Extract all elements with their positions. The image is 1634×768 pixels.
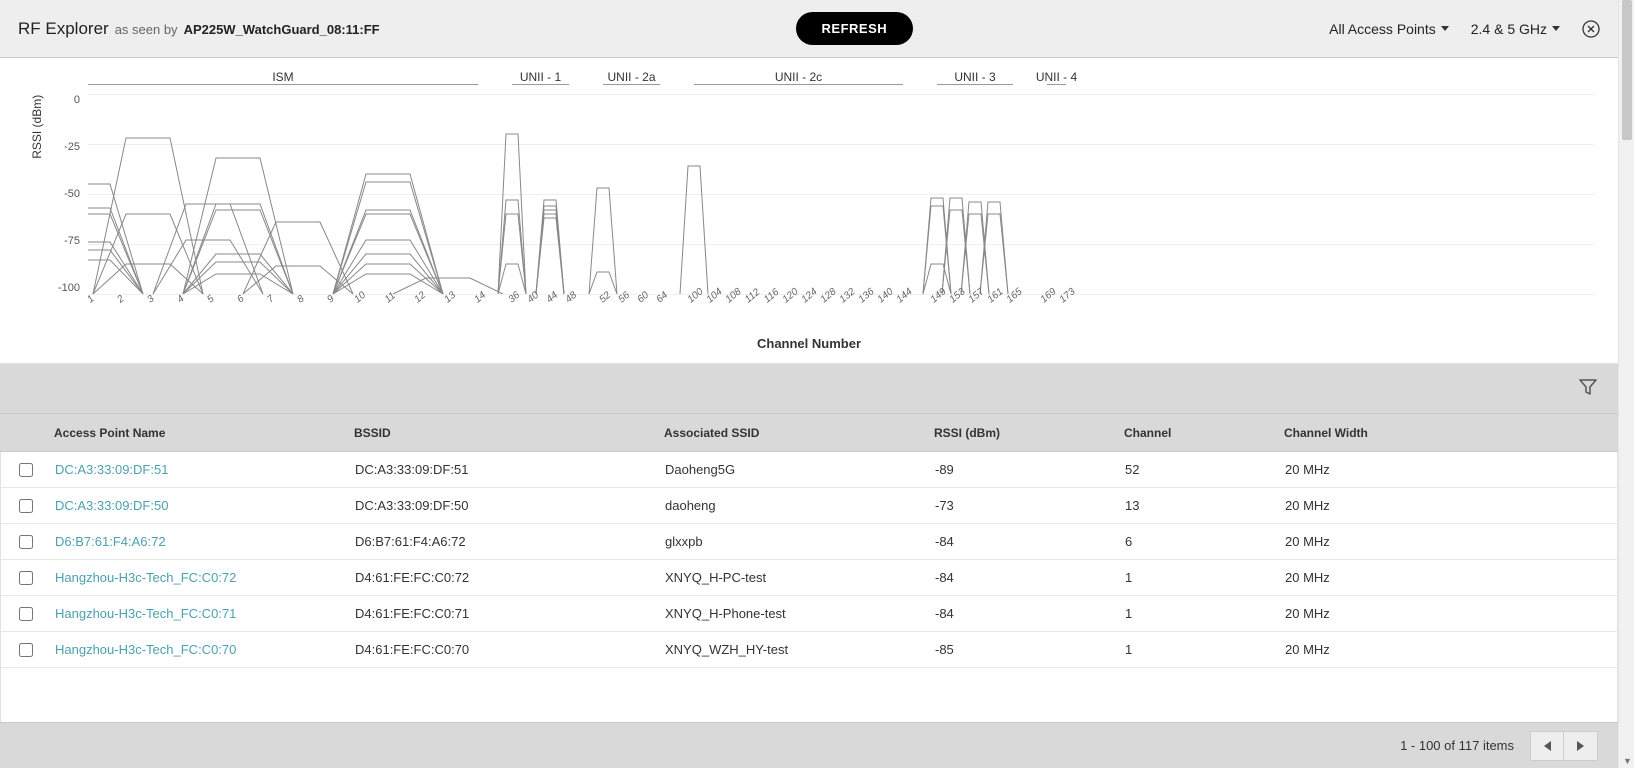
col-ap-name[interactable]: Access Point Name (48, 426, 348, 440)
col-channel[interactable]: Channel (1118, 426, 1278, 440)
row-checkbox[interactable] (19, 535, 33, 549)
triangle-right-icon (1577, 741, 1584, 751)
band-label: UNII - 1 (520, 70, 561, 84)
cell-ssid: XNYQ_H-Phone-test (659, 606, 929, 621)
row-checkbox[interactable] (19, 607, 33, 621)
cell-bssid: D4:61:FE:FC:C0:71 (349, 606, 659, 621)
cell-ssid: XNYQ_WZH_HY-test (659, 642, 929, 657)
refresh-button[interactable]: REFRESH (796, 12, 914, 45)
band-label: UNII - 2c (775, 70, 822, 84)
cell-bssid: DC:A3:33:09:DF:51 (349, 462, 659, 477)
row-checkbox[interactable] (19, 499, 33, 513)
cell-channel: 52 (1119, 462, 1279, 477)
x-tick: 4 (175, 293, 186, 305)
band-dropdown[interactable]: 2.4 & 5 GHz (1471, 21, 1560, 37)
next-page-button[interactable] (1564, 731, 1598, 761)
cell-ssid: glxxpb (659, 534, 929, 549)
row-checkbox[interactable] (19, 463, 33, 477)
y-axis: 0-25-50-75-100 (24, 94, 88, 294)
ap-name-link[interactable]: DC:A3:33:09:DF:51 (55, 462, 168, 477)
x-tick: 5 (205, 293, 216, 305)
cell-channel-width: 20 MHz (1279, 462, 1617, 477)
table-row[interactable]: Hangzhou-H3c-Tech_FC:C0:71 D4:61:FE:FC:C0… (1, 596, 1617, 632)
prev-page-button[interactable] (1530, 731, 1564, 761)
header-bar: RF Explorer as seen by AP225W_WatchGuard… (0, 0, 1618, 58)
ap-name-link[interactable]: Hangzhou-H3c-Tech_FC:C0:71 (55, 606, 236, 621)
close-icon[interactable] (1582, 20, 1600, 38)
cell-bssid: D4:61:FE:FC:C0:72 (349, 570, 659, 585)
cell-channel-width: 20 MHz (1279, 534, 1617, 549)
ap-name-link[interactable]: Hangzhou-H3c-Tech_FC:C0:72 (55, 570, 236, 585)
ap-name-link[interactable]: DC:A3:33:09:DF:50 (55, 498, 168, 513)
access-points-dropdown-label: All Access Points (1329, 21, 1436, 37)
x-tick: 2 (115, 293, 126, 305)
vertical-scrollbar[interactable]: ▲ ▼ (1618, 0, 1634, 768)
title-ap-name: AP225W_WatchGuard_08:11:FF (184, 22, 380, 37)
col-rssi[interactable]: RSSI (dBm) (928, 426, 1118, 440)
cell-bssid: D4:61:FE:FC:C0:70 (349, 642, 659, 657)
access-points-dropdown[interactable]: All Access Points (1329, 21, 1449, 37)
scroll-down-icon: ▼ (1623, 756, 1632, 766)
cell-rssi: -89 (929, 462, 1119, 477)
x-tick: 9 (325, 293, 336, 305)
col-bssid[interactable]: BSSID (348, 426, 658, 440)
cell-bssid: DC:A3:33:09:DF:50 (349, 498, 659, 513)
x-axis-label: Channel Number (24, 336, 1594, 351)
cell-rssi: -84 (929, 606, 1119, 621)
cell-channel: 6 (1119, 534, 1279, 549)
x-tick: 7 (265, 293, 276, 305)
cell-ssid: XNYQ_H-PC-test (659, 570, 929, 585)
title-text: RF Explorer (18, 19, 109, 39)
cell-channel-width: 20 MHz (1279, 642, 1617, 657)
access-points-table: Access Point Name BSSID Associated SSID … (0, 364, 1618, 768)
cell-channel-width: 20 MHz (1279, 570, 1617, 585)
band-label: UNII - 2a (607, 70, 655, 84)
band-label: ISM (272, 70, 293, 84)
x-tick: 8 (295, 293, 306, 305)
chart-plot-area[interactable] (88, 94, 1594, 294)
cell-channel: 1 (1119, 606, 1279, 621)
cell-rssi: -85 (929, 642, 1119, 657)
cell-ssid: daoheng (659, 498, 929, 513)
title-subtext: as seen by (115, 22, 178, 37)
ap-name-link[interactable]: D6:B7:61:F4:A6:72 (55, 534, 166, 549)
table-header-row: Access Point Name BSSID Associated SSID … (0, 414, 1618, 452)
x-tick: 1 (85, 293, 96, 305)
table-row[interactable]: DC:A3:33:09:DF:50DC:A3:33:09:DF:50daohen… (1, 488, 1617, 524)
band-label: UNII - 4 (1036, 70, 1077, 84)
row-checkbox[interactable] (19, 571, 33, 585)
col-ssid[interactable]: Associated SSID (658, 426, 928, 440)
table-row[interactable]: Hangzhou-H3c-Tech_FC:C0:70 D4:61:FE:FC:C0… (1, 632, 1617, 668)
table-row[interactable]: DC:A3:33:09:DF:51DC:A3:33:09:DF:51Daohen… (1, 452, 1617, 488)
cell-channel: 1 (1119, 570, 1279, 585)
col-channel-width[interactable]: Channel Width (1278, 426, 1618, 440)
triangle-left-icon (1544, 741, 1551, 751)
cell-rssi: -73 (929, 498, 1119, 513)
filter-icon[interactable] (1578, 377, 1598, 400)
cell-channel: 13 (1119, 498, 1279, 513)
chevron-down-icon (1441, 26, 1449, 31)
page-title: RF Explorer as seen by AP225W_WatchGuard… (18, 19, 380, 39)
cell-channel-width: 20 MHz (1279, 498, 1617, 513)
cell-channel-width: 20 MHz (1279, 606, 1617, 621)
x-tick: 3 (145, 293, 156, 305)
chevron-down-icon (1552, 26, 1560, 31)
table-row[interactable]: Hangzhou-H3c-Tech_FC:C0:72 D4:61:FE:FC:C0… (1, 560, 1617, 596)
x-tick: 6 (235, 293, 246, 305)
ap-name-link[interactable]: Hangzhou-H3c-Tech_FC:C0:70 (55, 642, 236, 657)
cell-bssid: D6:B7:61:F4:A6:72 (349, 534, 659, 549)
cell-rssi: -84 (929, 534, 1119, 549)
scrollbar-thumb[interactable] (1622, 0, 1632, 140)
table-row[interactable]: D6:B7:61:F4:A6:72D6:B7:61:F4:A6:72glxxpb… (1, 524, 1617, 560)
band-dropdown-label: 2.4 & 5 GHz (1471, 21, 1547, 37)
row-checkbox[interactable] (19, 643, 33, 657)
cell-channel: 1 (1119, 642, 1279, 657)
pagination-info: 1 - 100 of 117 items (1400, 738, 1514, 753)
cell-ssid: Daoheng5G (659, 462, 929, 477)
rf-spectrum-chart: ISM UNII - 1 UNII - 2a UNII - 2c UNII - 3 UNI… (0, 58, 1618, 364)
cell-rssi: -84 (929, 570, 1119, 585)
band-label: UNII - 3 (954, 70, 995, 84)
